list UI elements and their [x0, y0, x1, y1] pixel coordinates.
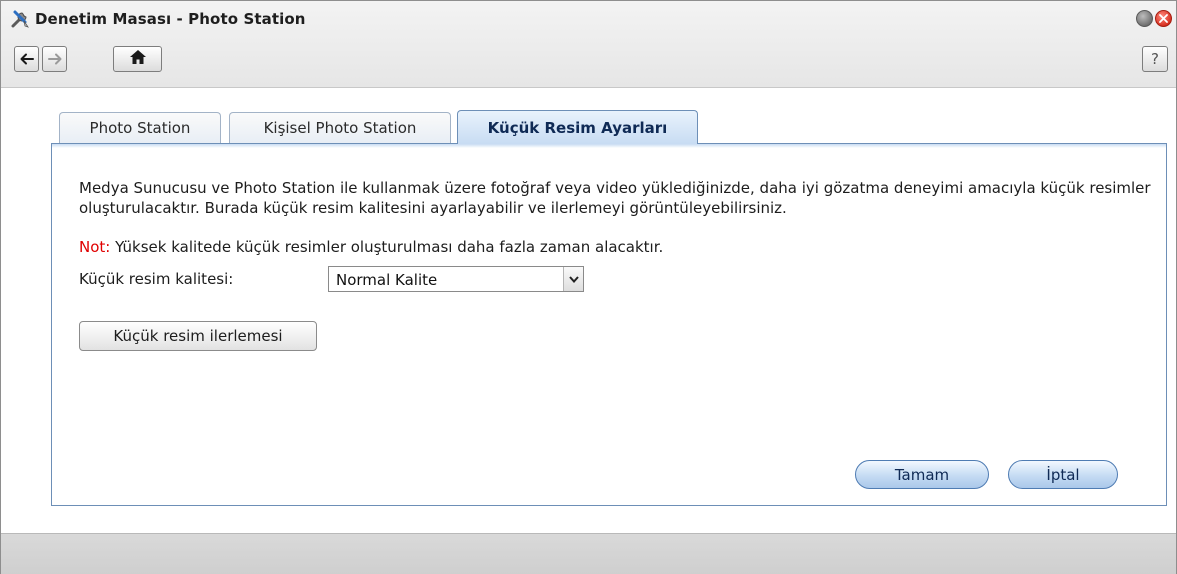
- thumbnail-progress-button[interactable]: Küçük resim ilerlemesi: [79, 321, 317, 351]
- tab-photo-station[interactable]: Photo Station: [59, 112, 221, 143]
- quality-label: Küçük resim kalitesi:: [79, 270, 234, 288]
- control-panel-window: Denetim Masası - Photo Station ? Photo S…: [0, 0, 1177, 574]
- note-label: Not:: [79, 238, 111, 256]
- ok-button[interactable]: Tamam: [855, 460, 989, 489]
- note-text: Not: Yüksek kalitede küçük resimler oluş…: [79, 238, 663, 256]
- home-icon: [129, 49, 147, 69]
- close-icon[interactable]: [1155, 10, 1172, 27]
- tab-thumbnail-settings[interactable]: Küçük Resim Ayarları: [457, 110, 698, 144]
- help-button[interactable]: ?: [1142, 46, 1168, 72]
- window-title: Denetim Masası - Photo Station: [35, 10, 306, 28]
- back-button[interactable]: [14, 46, 39, 72]
- thumbnail-settings-panel: Medya Sunucusu ve Photo Station ile kull…: [51, 143, 1167, 506]
- chevron-down-icon[interactable]: [563, 267, 583, 291]
- quality-select-value: Normal Kalite: [336, 271, 438, 289]
- forward-button[interactable]: [42, 46, 67, 72]
- title-bar: Denetim Masası - Photo Station ?: [1, 1, 1176, 88]
- arrow-left-icon: [20, 50, 34, 69]
- note-body: Yüksek kalitede küçük resimler oluşturul…: [110, 238, 664, 256]
- tools-icon: [9, 8, 31, 30]
- quality-select[interactable]: Normal Kalite: [328, 266, 584, 292]
- panel-divider: [52, 144, 1166, 148]
- home-button[interactable]: [113, 46, 162, 72]
- description-text: Medya Sunucusu ve Photo Station ile kull…: [79, 179, 1151, 217]
- tab-personal-photo-station[interactable]: Kişisel Photo Station: [229, 112, 451, 143]
- arrow-right-icon: [47, 50, 62, 69]
- minimize-icon[interactable]: [1136, 10, 1153, 27]
- cancel-button[interactable]: İptal: [1008, 460, 1118, 489]
- status-bar: [1, 533, 1176, 574]
